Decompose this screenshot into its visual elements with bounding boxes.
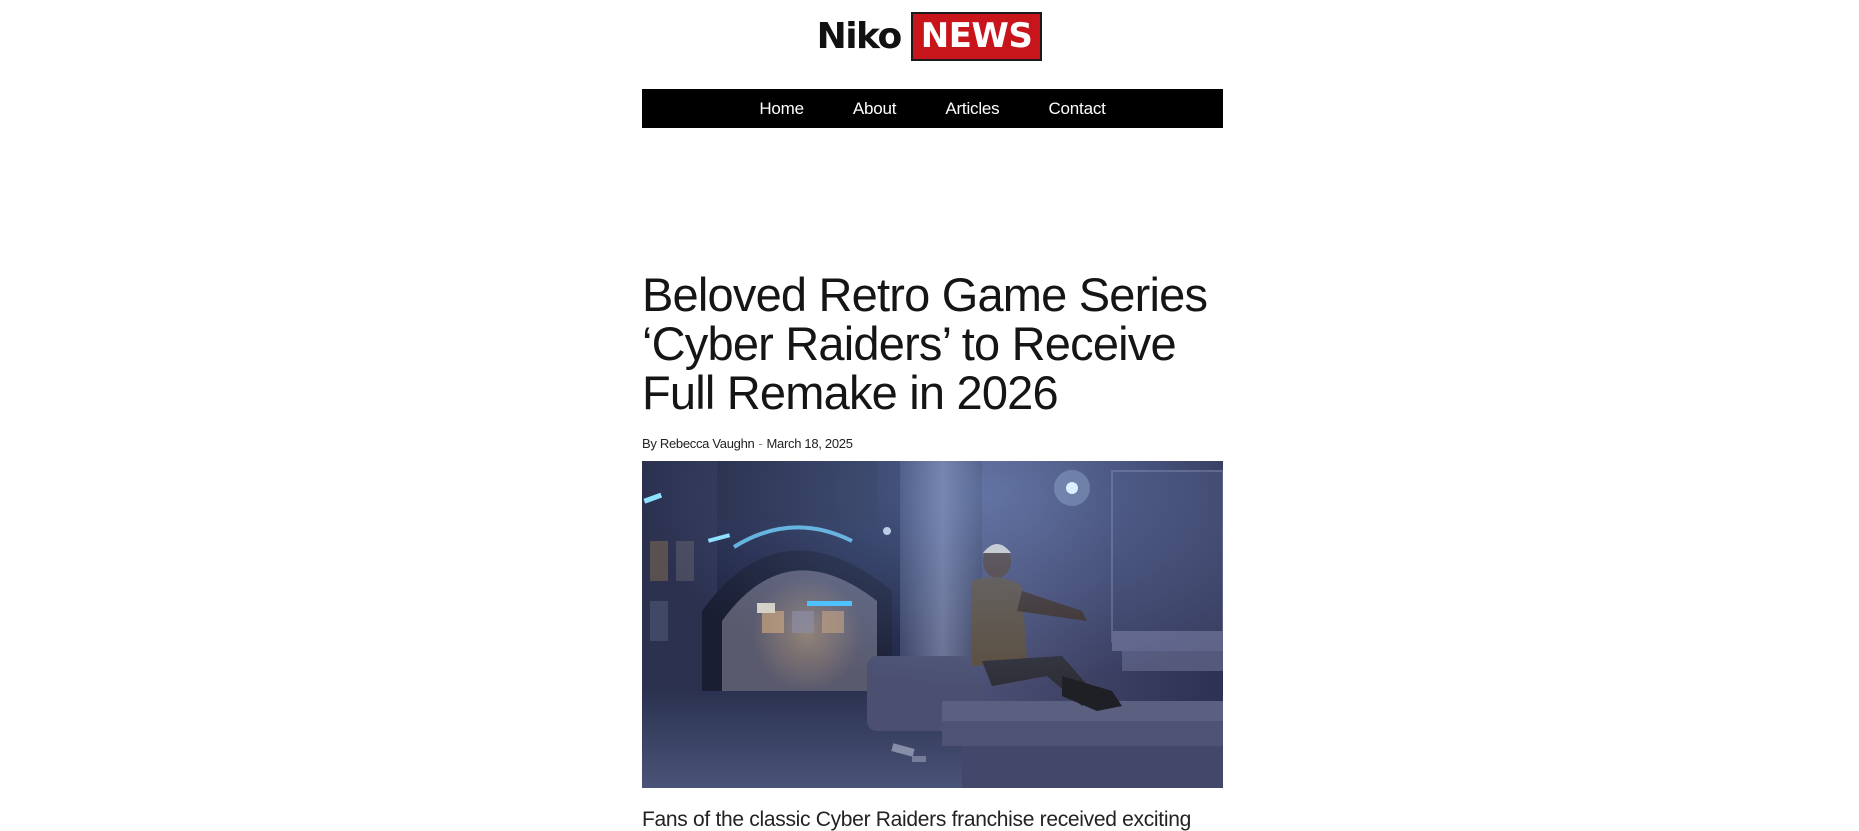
nav-contact-link[interactable]: Contact — [1048, 99, 1105, 119]
page: Niko NEWS Home About Articles Contact Be… — [0, 0, 1859, 831]
nav-home-link[interactable]: Home — [759, 99, 804, 119]
main-nav: Home About Articles Contact — [642, 89, 1223, 128]
nav-articles-link[interactable]: Articles — [945, 99, 999, 119]
article-date: March 18, 2025 — [766, 436, 853, 451]
article-hero-image — [642, 461, 1223, 788]
article-lede: Fans of the classic Cyber Raiders franch… — [642, 808, 1191, 831]
article-byline: By Rebecca Vaughn - March 18, 2025 — [642, 436, 1223, 451]
article-title: Beloved Retro Game Series ‘Cyber Raiders… — [642, 268, 1208, 419]
nav-about-link[interactable]: About — [853, 99, 897, 119]
logo-text-niko[interactable]: Niko — [817, 18, 903, 55]
byline-separator: - — [758, 436, 763, 451]
article-author[interactable]: By Rebecca Vaughn — [642, 436, 755, 451]
article: Beloved Retro Game Series ‘Cyber Raiders… — [642, 270, 1223, 831]
site-logo[interactable]: Niko NEWS — [0, 12, 1859, 61]
logo-text-news[interactable]: NEWS — [910, 12, 1043, 61]
